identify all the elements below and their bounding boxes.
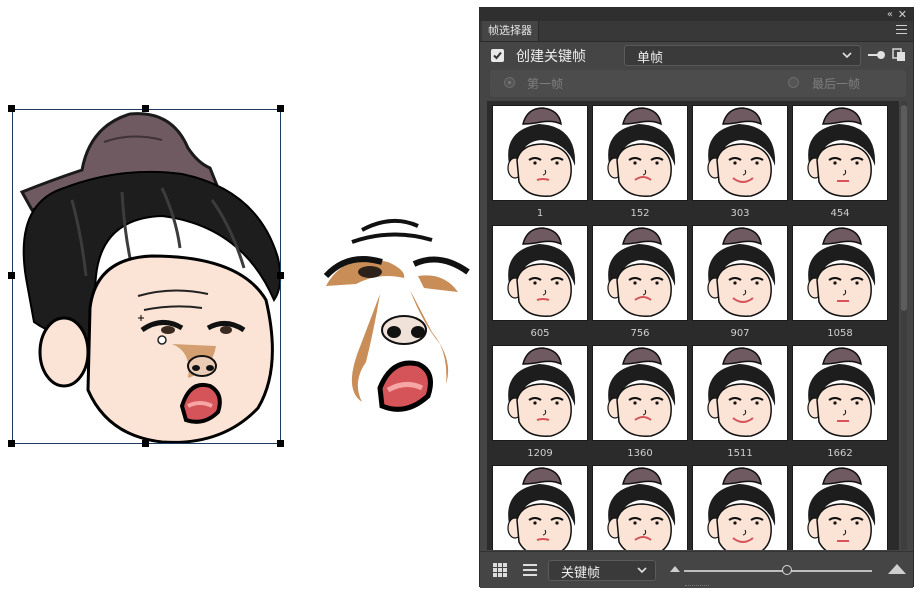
frame-number: 1058	[827, 328, 853, 339]
last-frame-radio[interactable]	[788, 77, 799, 88]
frame-thumbnail-image	[492, 225, 588, 321]
resize-handle-top-middle[interactable]	[142, 105, 149, 112]
first-frame-radio[interactable]	[504, 77, 515, 88]
zoom-in-mountain-icon[interactable]	[888, 564, 906, 574]
scrollbar[interactable]	[901, 101, 907, 550]
frame-thumbnail[interactable]	[692, 465, 788, 550]
first-frame-label: 第一帧	[527, 77, 564, 91]
frame-thumbnail[interactable]	[592, 465, 688, 550]
frame-thumbnail-image	[592, 105, 688, 201]
frame-thumbnail-image	[692, 345, 788, 441]
resize-handle-top-right[interactable]	[277, 105, 284, 112]
artboard[interactable]	[0, 0, 478, 595]
panel-title-bar[interactable]: « ✕	[480, 8, 913, 21]
frame-thumbnail[interactable]: 1511	[692, 345, 788, 461]
panel-menu-icon[interactable]	[896, 25, 907, 36]
create-keyframe-checkbox[interactable]	[491, 49, 504, 62]
pin-icon[interactable]	[868, 50, 886, 60]
chevron-down-icon	[842, 52, 852, 59]
frame-number: 756	[630, 328, 650, 339]
panel-tab-bar: 帧选择器	[480, 21, 913, 42]
frame-number: 1511	[727, 448, 753, 459]
frame-thumbnail-image	[492, 105, 588, 201]
frame-thumbnail[interactable]: 1360	[592, 345, 688, 461]
frame-mode-dropdown[interactable]: 单帧	[624, 45, 861, 66]
frame-thumbnail-image	[692, 225, 788, 321]
frame-thumbnail-image	[692, 105, 788, 201]
resize-handle-middle-left[interactable]	[8, 272, 15, 279]
checkmark-icon	[493, 51, 502, 60]
frame-number: 1209	[527, 448, 553, 459]
face-parts-artwork[interactable]	[322, 212, 472, 422]
double-chevron-left-icon[interactable]: «	[887, 8, 893, 21]
frame-thumbnail-image	[492, 465, 588, 550]
frame-thumbnail-image	[792, 225, 888, 321]
copy-icon[interactable]	[892, 48, 906, 62]
last-frame-label: 最后一帧	[812, 77, 861, 91]
frame-thumbnail[interactable]	[492, 465, 588, 550]
create-keyframe-label: 创建关键帧	[516, 49, 586, 65]
zoom-out-mountain-icon[interactable]	[670, 566, 680, 572]
grid-view-icon[interactable]	[493, 563, 507, 577]
frame-number: 1360	[627, 448, 653, 459]
frame-number: 152	[630, 208, 650, 219]
frame-filter-value: 关键帧	[561, 566, 601, 581]
resize-handle-bottom-left[interactable]	[8, 440, 15, 447]
frame-number: 303	[730, 208, 750, 219]
frame-thumbnail-image	[592, 345, 688, 441]
resize-handle-top-left[interactable]	[8, 105, 15, 112]
resize-handle-bottom-right[interactable]	[277, 440, 284, 447]
frame-thumbnail-image	[492, 345, 588, 441]
frame-thumbnail-image	[592, 225, 688, 321]
frame-thumbnail[interactable]: 1058	[792, 225, 888, 341]
frame-thumbnail[interactable]: 454	[792, 105, 888, 221]
keyframe-row: 创建关键帧 单帧	[480, 42, 913, 70]
frame-thumbnail[interactable]: 907	[692, 225, 788, 341]
close-icon[interactable]: ✕	[898, 8, 907, 21]
frame-thumbnail[interactable]: 756	[592, 225, 688, 341]
frame-thumbnail[interactable]: 303	[692, 105, 788, 221]
thumbnail-size-slider[interactable]	[684, 570, 872, 572]
frame-number: 1662	[827, 448, 853, 459]
frame-thumbnail[interactable]: 1662	[792, 345, 888, 461]
selection-bounding-box[interactable]	[12, 109, 281, 444]
frame-thumbnail-image	[792, 105, 888, 201]
frame-number: 605	[530, 328, 550, 339]
frame-number: 1	[536, 208, 544, 219]
frame-thumbnail[interactable]: 152	[592, 105, 688, 221]
frame-thumbnail[interactable]: 1	[492, 105, 588, 221]
frame-thumbnail-image	[792, 345, 888, 441]
frame-thumbnail[interactable]: 605	[492, 225, 588, 341]
list-view-icon[interactable]	[523, 563, 537, 577]
frame-mode-value: 单帧	[637, 51, 664, 66]
frame-number: 454	[830, 208, 850, 219]
frame-picker-panel: « ✕ 帧选择器 创建关键帧 单帧 第一帧 最后一帧 1 152 303 454 605…	[479, 7, 914, 588]
resize-grip[interactable]	[685, 585, 709, 588]
tab-frame-picker[interactable]: 帧选择器	[482, 21, 539, 41]
frame-thumbnail-grid[interactable]: 1 152 303 454 605 756 907 1058 1209 1360 1511 1662	[487, 101, 899, 550]
chevron-down-icon	[637, 567, 647, 574]
frame-filter-dropdown[interactable]: 关键帧	[548, 560, 656, 581]
frame-thumbnail[interactable]	[792, 465, 888, 550]
thumbnail-size-slider-thumb[interactable]	[782, 565, 793, 575]
frame-thumbnail[interactable]: 1209	[492, 345, 588, 461]
resize-handle-bottom-middle[interactable]	[142, 440, 149, 447]
frame-thumbnail-image	[692, 465, 788, 550]
frame-range-row: 第一帧 最后一帧	[490, 70, 906, 97]
resize-handle-middle-right[interactable]	[277, 272, 284, 279]
frame-thumbnail-image	[592, 465, 688, 550]
frame-number: 907	[730, 328, 750, 339]
panel-bottom-bar: 关键帧	[480, 551, 913, 588]
frame-thumbnail-image	[792, 465, 888, 550]
scrollbar-thumb[interactable]	[901, 105, 907, 311]
